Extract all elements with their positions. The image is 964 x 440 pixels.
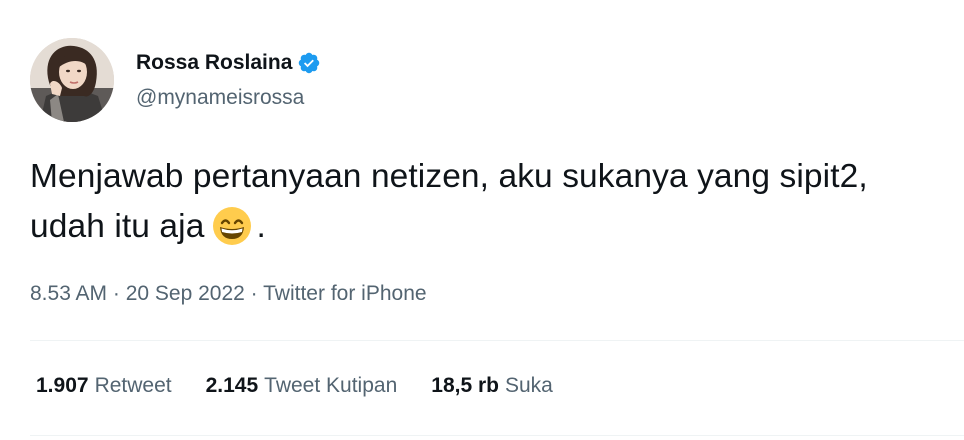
tweet-text: Menjawab pertanyaan netizen, aku sukanya… bbox=[30, 152, 930, 252]
retweet-count[interactable]: 1.907 Retweet bbox=[36, 374, 172, 398]
tweet-date[interactable]: 20 Sep 2022 bbox=[126, 282, 245, 305]
tweet-time[interactable]: 8.53 AM bbox=[30, 282, 107, 305]
tweet-text-end: . bbox=[256, 208, 266, 245]
verified-badge-icon bbox=[297, 51, 321, 75]
like-count-label: Suka bbox=[504, 374, 553, 397]
author-display-name[interactable]: Rossa Roslaina bbox=[136, 51, 292, 75]
tweet-source[interactable]: Twitter for iPhone bbox=[263, 282, 426, 305]
quote-tweet-count-label: Tweet Kutipan bbox=[264, 374, 398, 397]
quote-tweet-count-value: 2.145 bbox=[205, 374, 259, 397]
retweet-count-value: 1.907 bbox=[36, 374, 89, 397]
quote-tweet-count[interactable]: 2.145 Tweet Kutipan bbox=[206, 374, 398, 398]
tweet-stats: 1.907 Retweet 2.145 Tweet Kutipan 18,5 rb S… bbox=[36, 374, 587, 398]
meta-separator: · bbox=[107, 282, 126, 305]
like-count[interactable]: 18,5 rb Suka bbox=[431, 374, 553, 398]
author-name-row[interactable]: Rossa Roslaina bbox=[136, 50, 321, 76]
divider bbox=[30, 340, 964, 341]
grinning-face-emoji-icon bbox=[212, 206, 252, 246]
retweet-count-label: Retweet bbox=[94, 374, 172, 397]
tweet-card: Rossa Roslaina @mynameisrossa Menjawab p… bbox=[0, 0, 964, 440]
meta-separator: · bbox=[244, 282, 264, 305]
tweet-meta: 8.53 AM · 20 Sep 2022 · Twitter for iPho… bbox=[30, 282, 427, 306]
divider bbox=[30, 435, 964, 436]
like-count-value: 18,5 rb bbox=[431, 374, 499, 397]
avatar[interactable] bbox=[30, 38, 114, 122]
author-handle[interactable]: @mynameisrossa bbox=[136, 86, 304, 110]
tweet-text-body: Menjawab pertanyaan netizen, aku sukanya… bbox=[30, 158, 868, 245]
avatar-photo bbox=[30, 38, 114, 122]
